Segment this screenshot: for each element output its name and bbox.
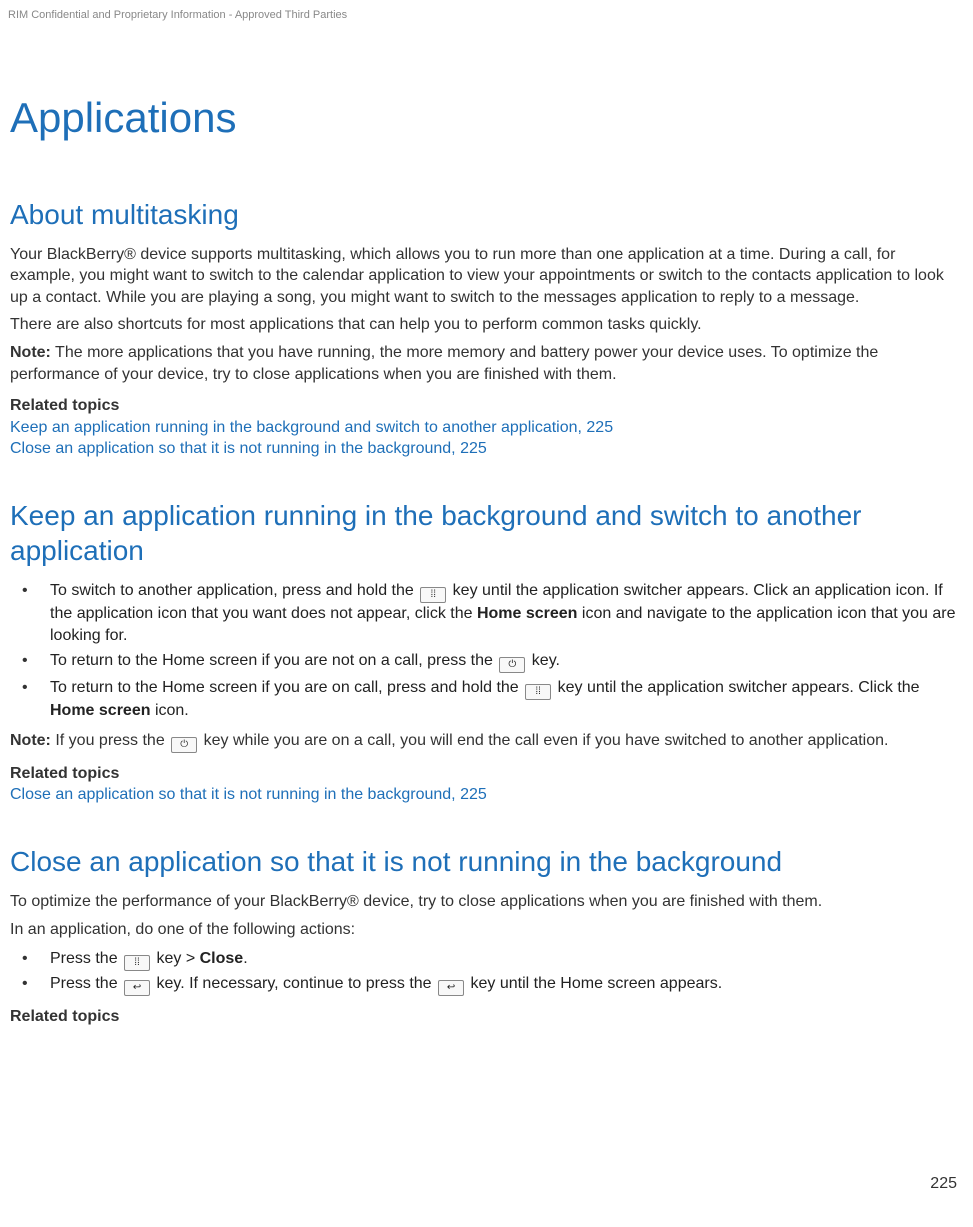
note-label: Note:: [10, 344, 51, 361]
about-paragraph-2: There are also shortcuts for most applic…: [10, 314, 963, 336]
link-close-app-2[interactable]: Close an application so that it is not r…: [10, 784, 963, 806]
list-item: To return to the Home screen if you are …: [38, 677, 963, 722]
page-content: Applications About multitasking Your Bla…: [10, 90, 963, 1028]
related-topics-heading: Related topics: [10, 1006, 963, 1028]
end-key-icon: ⏻: [499, 657, 525, 673]
end-key-icon: ⏻: [171, 737, 197, 753]
page-number: 225: [930, 1173, 957, 1195]
list-item: Press the ↩ key. If necessary, continue …: [38, 973, 963, 996]
close-app-bullets: Press the ⁞⁞ key > Close. Press the ↩ ke…: [10, 948, 963, 996]
list-item: To switch to another application, press …: [38, 580, 963, 646]
section-about-multitasking-title: About multitasking: [10, 197, 963, 232]
list-item: Press the ⁞⁞ key > Close.: [38, 948, 963, 971]
menu-key-icon: ⁞⁞: [525, 684, 551, 700]
section-close-app-title: Close an application so that it is not r…: [10, 844, 963, 879]
page-title: Applications: [10, 90, 963, 147]
menu-key-icon: ⁞⁞: [420, 587, 446, 603]
about-paragraph-1: Your BlackBerry® device supports multita…: [10, 244, 963, 309]
menu-key-icon: ⁞⁞: [124, 955, 150, 971]
link-keep-app-running[interactable]: Keep an application running in the backg…: [10, 417, 963, 439]
about-note: Note: The more applications that you hav…: [10, 342, 963, 385]
keep-app-bullets: To switch to another application, press …: [10, 580, 963, 722]
back-key-icon: ↩: [438, 980, 464, 996]
list-item: To return to the Home screen if you are …: [38, 650, 963, 673]
keep-app-note: Note: If you press the ⏻ key while you a…: [10, 730, 963, 753]
close-app-p2: In an application, do one of the followi…: [10, 919, 963, 941]
note-text: The more applications that you have runn…: [10, 344, 878, 383]
related-topics-heading: Related topics: [10, 395, 963, 417]
related-topics-heading: Related topics: [10, 763, 963, 785]
link-close-app[interactable]: Close an application so that it is not r…: [10, 438, 963, 460]
section-keep-app-title: Keep an application running in the backg…: [10, 498, 963, 568]
close-app-p1: To optimize the performance of your Blac…: [10, 891, 963, 913]
back-key-icon: ↩: [124, 980, 150, 996]
note-label: Note:: [10, 732, 51, 749]
confidential-header: RIM Confidential and Proprietary Informa…: [8, 8, 347, 23]
